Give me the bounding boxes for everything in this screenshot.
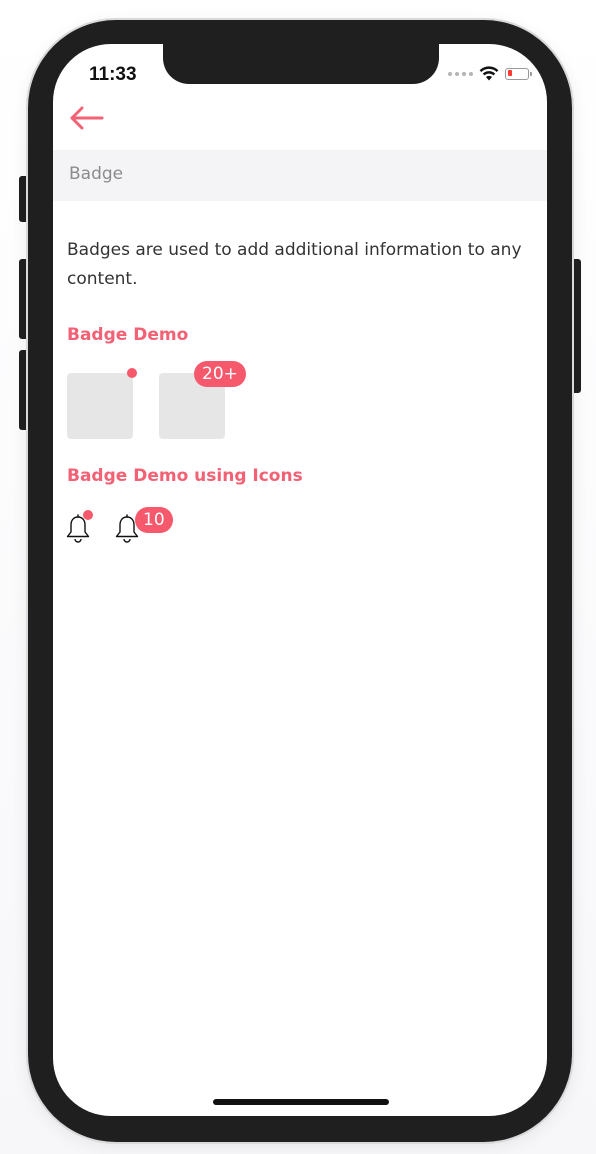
placeholder-box-dot [67, 373, 133, 439]
arrow-left-icon [70, 106, 104, 130]
main-content: Badges are used to add additional inform… [66, 236, 533, 543]
back-button[interactable] [69, 104, 105, 132]
badge-icons-demo-title: Badge Demo using Icons [67, 466, 303, 486]
icon-dot-badge [83, 510, 93, 520]
status-icons [448, 66, 532, 81]
battery-icon [505, 67, 532, 80]
status-time: 11:33 [89, 64, 137, 85]
notch [163, 44, 439, 84]
dot-badge [127, 368, 137, 378]
description-text: Badges are used to add additional inform… [67, 240, 522, 289]
device-stage: 11:33 Badge Badges are used to add addit… [0, 0, 596, 1154]
signal-icon [448, 71, 473, 76]
home-indicator[interactable] [213, 1099, 389, 1105]
count-badge: 20+ [194, 361, 246, 387]
phone-screen: 11:33 Badge Badges are used to add addit… [53, 44, 547, 1116]
battery-level [507, 70, 512, 76]
icon-count-badge: 10 [135, 507, 173, 533]
badge-demo-title: Badge Demo [67, 325, 189, 345]
wifi-icon [479, 66, 499, 81]
page-header: Badge [53, 150, 547, 201]
power-button [571, 259, 581, 393]
page-title: Badge [69, 164, 124, 184]
